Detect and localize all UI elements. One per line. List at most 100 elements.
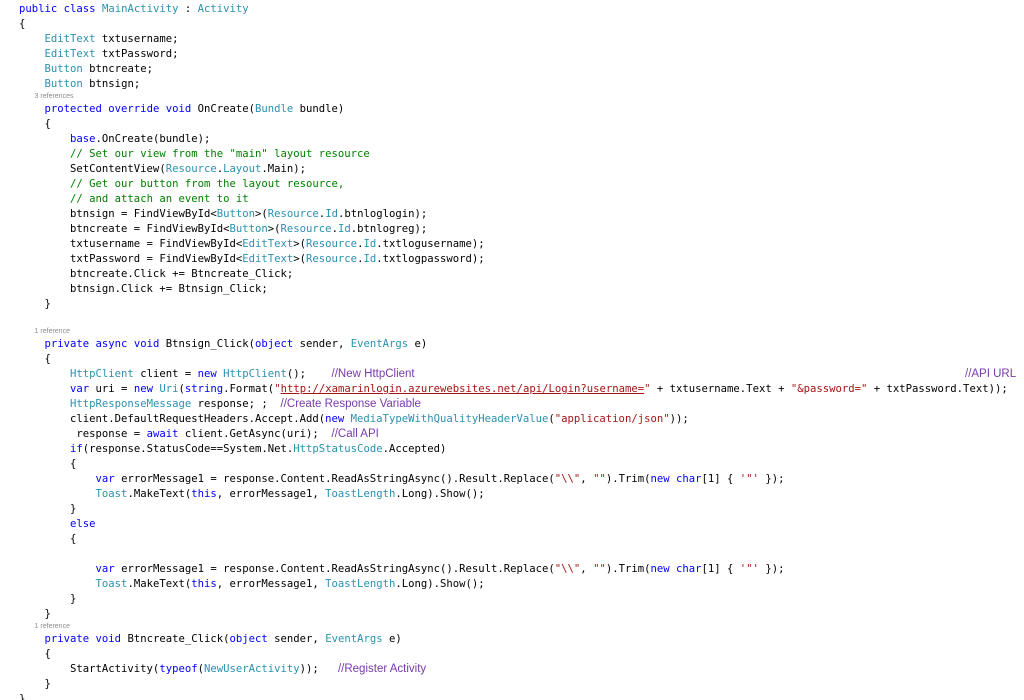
token-plain: [1] { [701, 473, 740, 485]
code-line-stmt: StartActivity(typeof(NewUserActivity)); … [19, 662, 1024, 677]
token-plain: ).Trim( [605, 563, 651, 575]
token-ty: Button [216, 208, 255, 220]
token-kw: object [255, 338, 294, 350]
code-line-stmt: var errorMessage1 = response.Content.Rea… [19, 562, 1024, 577]
token-url: http://xamarinlogin.azurewebsites.net/ap… [280, 383, 645, 395]
token-plain: e) [408, 338, 428, 350]
token-plain: }); [758, 563, 785, 575]
code-line-method-sig: protected override void OnCreate(Bundle … [19, 102, 1024, 117]
token-plain: >( [255, 208, 268, 220]
token-ty: Id [363, 238, 377, 250]
token-plain: } [19, 593, 77, 605]
token-plain: )); [669, 413, 689, 425]
code-line-field: EditText txtusername; [19, 32, 1024, 47]
code-line-stmt: HttpClient client = new HttpClient(); //… [19, 367, 1024, 382]
code-line-stmt: txtusername = FindViewById<EditText>(Res… [19, 237, 1024, 252]
token-plain: sender, [293, 338, 351, 350]
token-kw: class [63, 3, 102, 15]
token-plain: .Long).Show(); [395, 488, 485, 500]
token-kw: override [108, 103, 166, 115]
token-kw: private [44, 338, 96, 350]
note-comment: //Register Activity [337, 663, 427, 675]
token-ty: HttpResponseMessage [70, 398, 192, 410]
code-line-brace: } [19, 677, 1024, 692]
token-plain: >( [293, 238, 307, 250]
token-plain: { [19, 353, 51, 365]
token-cmt: // Get our button from the layout resour… [70, 178, 345, 190]
token-plain: .Accepted) [382, 443, 447, 455]
token-kw: var [95, 563, 115, 575]
code-line-stmt: var uri = new Uri(string.Format("http://… [19, 382, 1024, 397]
token-str: "application/json" [554, 413, 670, 425]
token-plain: btncreate = FindViewById< [19, 223, 230, 235]
code-editor[interactable]: public class MainActivity : Activity{ Ed… [0, 0, 1024, 700]
note-comment: //New HttpClient [331, 368, 415, 380]
token-kw: char [676, 563, 702, 575]
token-ty: Id [325, 208, 338, 220]
code-line-brace: { [19, 352, 1024, 367]
token-kw: public [19, 3, 64, 15]
token-kw: void [133, 338, 166, 350]
token-plain: StartActivity( [19, 663, 160, 675]
token-str: "" [593, 563, 606, 575]
code-line-stmt: else [19, 517, 1024, 532]
token-ty: Button [44, 78, 83, 90]
codelens-hint[interactable]: 1 reference [19, 622, 1024, 632]
token-ty: Resource [267, 208, 319, 220]
note-comment: //Create Response Variable [280, 398, 421, 410]
code-line-brace: { [19, 532, 1024, 547]
token-ty: EditText [44, 33, 96, 45]
token-plain: txtusername = FindViewById< [19, 238, 243, 250]
token-plain: errorMessage1 = response.Content.ReadAsS… [114, 563, 555, 575]
token-plain: .btnloglogin); [337, 208, 428, 220]
token-ty: Resource [306, 253, 358, 265]
codelens-hint[interactable]: 1 reference [19, 327, 1024, 337]
code-line-stmt: btnsign = FindViewById<Button>(Resource.… [19, 207, 1024, 222]
code-line-brace: } [19, 692, 1024, 700]
token-plain: .MakeText( [127, 578, 192, 590]
token-cmt: // and attach an event to it [70, 193, 249, 205]
token-ty: EditText [44, 48, 96, 60]
token-plain: client.GetAsync(uri); [184, 428, 332, 440]
code-line-brace: { [19, 17, 1024, 32]
code-line-brace: } [19, 607, 1024, 622]
token-ty: Button [44, 63, 83, 75]
token-plain: { [19, 18, 26, 30]
token-plain: { [19, 458, 77, 470]
token-plain: .txtlogpassword); [376, 253, 485, 265]
token-ty: Activity [197, 3, 249, 15]
token-ty: Id [363, 253, 377, 265]
token-str: "" [593, 473, 606, 485]
code-line-stmt: HttpResponseMessage response; ; //Create… [19, 397, 1024, 412]
token-plain: Btncreate_Click( [127, 633, 230, 645]
token-kw: async [95, 338, 134, 350]
code-line-brace: { [19, 647, 1024, 662]
code-line-stmt: btncreate = FindViewById<Button>(Resourc… [19, 222, 1024, 237]
code-line-stmt: response = await client.GetAsync(uri); /… [19, 427, 1024, 442]
code-line-brace: { [19, 457, 1024, 472]
token-plain: , [580, 563, 594, 575]
code-line-stmt: var errorMessage1 = response.Content.Rea… [19, 472, 1024, 487]
token-plain: + txtusername.Text + [650, 383, 791, 395]
token-plain: { [19, 533, 77, 545]
token-ty: Resource [280, 223, 332, 235]
token-plain: client.DefaultRequestHeaders.Accept.Add( [19, 413, 326, 425]
codelens-hint[interactable]: 3 references [19, 92, 1024, 102]
token-ty: ToastLength [325, 578, 396, 590]
code-line-stmt: txtPassword = FindViewById<EditText>(Res… [19, 252, 1024, 267]
token-plain: 1 reference [19, 623, 70, 630]
code-line-brace: { [19, 117, 1024, 132]
token-kw: object [229, 633, 268, 645]
token-kw: new [133, 383, 160, 395]
token-str: "\\" [554, 473, 581, 485]
token-cmt: // Set our view from the "main" layout r… [70, 148, 370, 160]
code-line-brace: } [19, 502, 1024, 517]
